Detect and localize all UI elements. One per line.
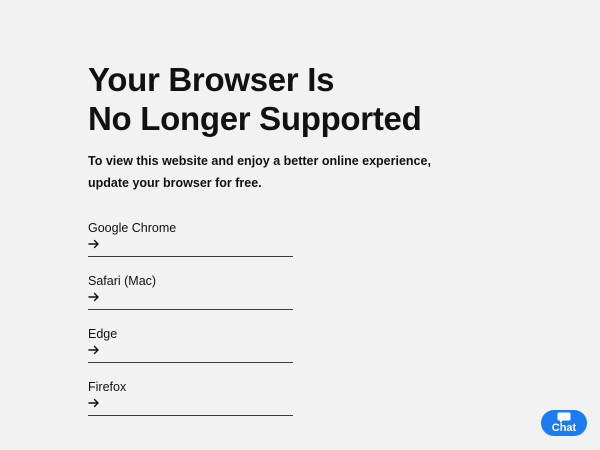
main-content: Your Browser Is No Longer Supported To v… bbox=[88, 60, 488, 432]
arrow-right-icon bbox=[88, 292, 99, 302]
page-title-line-2: No Longer Supported bbox=[88, 100, 422, 137]
arrow-right-icon bbox=[88, 398, 99, 408]
arrow-right-icon bbox=[88, 239, 99, 249]
page-description-line-2: update your browser for free. bbox=[88, 176, 262, 190]
unsupported-browser-page: Your Browser Is No Longer Supported To v… bbox=[0, 0, 600, 450]
chat-button[interactable]: Chat bbox=[541, 410, 587, 436]
browser-link-safari-mac[interactable]: Safari (Mac) bbox=[88, 273, 293, 310]
browser-name: Edge bbox=[88, 327, 118, 341]
page-description: To view this website and enjoy a better … bbox=[88, 150, 488, 194]
browser-list: Google Chrome Safari (Mac) Edge Firefox bbox=[88, 220, 293, 416]
page-description-line-1: To view this website and enjoy a better … bbox=[88, 154, 431, 168]
browser-name: Google Chrome bbox=[88, 221, 177, 235]
chat-label: Chat bbox=[551, 422, 577, 434]
browser-link-google-chrome[interactable]: Google Chrome bbox=[88, 220, 293, 257]
browser-name: Firefox bbox=[88, 380, 127, 394]
page-title: Your Browser Is No Longer Supported bbox=[88, 60, 488, 138]
browser-link-firefox[interactable]: Firefox bbox=[88, 379, 293, 416]
browser-link-edge[interactable]: Edge bbox=[88, 326, 293, 363]
page-title-line-1: Your Browser Is bbox=[88, 61, 335, 98]
arrow-right-icon bbox=[88, 345, 99, 355]
browser-name: Safari (Mac) bbox=[88, 274, 157, 288]
